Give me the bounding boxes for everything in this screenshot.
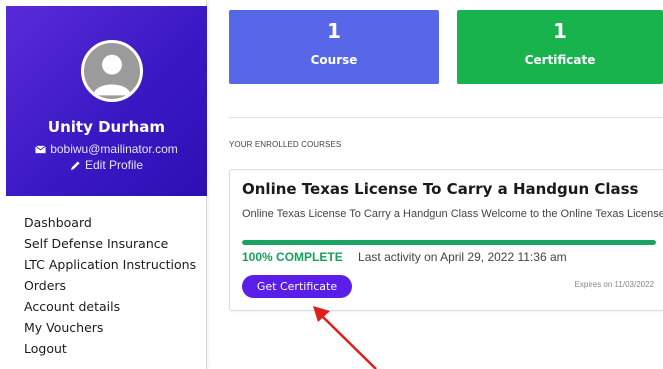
last-activity: Last activity on April 29, 2022 11:36 am — [358, 250, 567, 264]
profile-email: bobiwu@mailinator.com — [50, 142, 178, 156]
menu-item-my-vouchers[interactable]: My Vouchers — [24, 317, 196, 338]
menu-item-self-defense-insurance[interactable]: Self Defense Insurance — [24, 233, 196, 254]
enrolled-courses-heading: YOUR ENROLLED COURSES — [229, 140, 342, 149]
pencil-icon — [70, 160, 80, 170]
envelope-icon — [35, 144, 47, 153]
menu-item-dashboard[interactable]: Dashboard — [24, 212, 196, 233]
expiry-date: Expires on 11/03/2022 — [574, 280, 654, 289]
menu-item-orders[interactable]: Orders — [24, 275, 196, 296]
account-menu: Dashboard Self Defense Insurance LTC App… — [24, 212, 196, 359]
profile-name: Unity Durham — [47, 118, 166, 136]
progress-row: 100% COMPLETE Last activity on April 29,… — [242, 250, 567, 264]
certificate-count-label: Certificate — [524, 53, 596, 67]
edit-profile-label: Edit Profile — [84, 158, 144, 172]
course-title[interactable]: Online Texas License To Carry a Handgun … — [242, 180, 639, 198]
section-divider — [229, 117, 663, 118]
account-sidebar: Unity Durham bobiwu@mailinator.com Edit … — [0, 0, 207, 369]
progress-status: 100% COMPLETE — [242, 250, 343, 264]
progress-bar-fill — [242, 240, 656, 245]
course-card: Online Texas License To Carry a Handgun … — [229, 169, 663, 311]
certificate-count: 1 — [553, 19, 567, 43]
edit-profile-link[interactable]: Edit Profile — [6, 158, 207, 172]
progress-bar — [242, 240, 656, 245]
profile-email-row: bobiwu@mailinator.com — [6, 142, 207, 156]
menu-item-account-details[interactable]: Account details — [24, 296, 196, 317]
profile-card: Unity Durham bobiwu@mailinator.com Edit … — [6, 6, 207, 196]
avatar — [81, 40, 143, 102]
course-count-tile: 1 Course — [229, 10, 439, 84]
arrow-shaft — [321, 315, 377, 369]
get-certificate-button[interactable]: Get Certificate — [242, 275, 352, 298]
course-count-label: Course — [310, 53, 358, 67]
menu-item-ltc-application-instructions[interactable]: LTC Application Instructions — [24, 254, 196, 275]
course-description: Online Texas License To Carry a Handgun … — [242, 208, 663, 220]
menu-item-logout[interactable]: Logout — [24, 338, 196, 359]
user-silhouette-icon — [93, 54, 131, 96]
certificate-count-tile: 1 Certificate — [457, 10, 663, 84]
course-count: 1 — [327, 19, 341, 43]
